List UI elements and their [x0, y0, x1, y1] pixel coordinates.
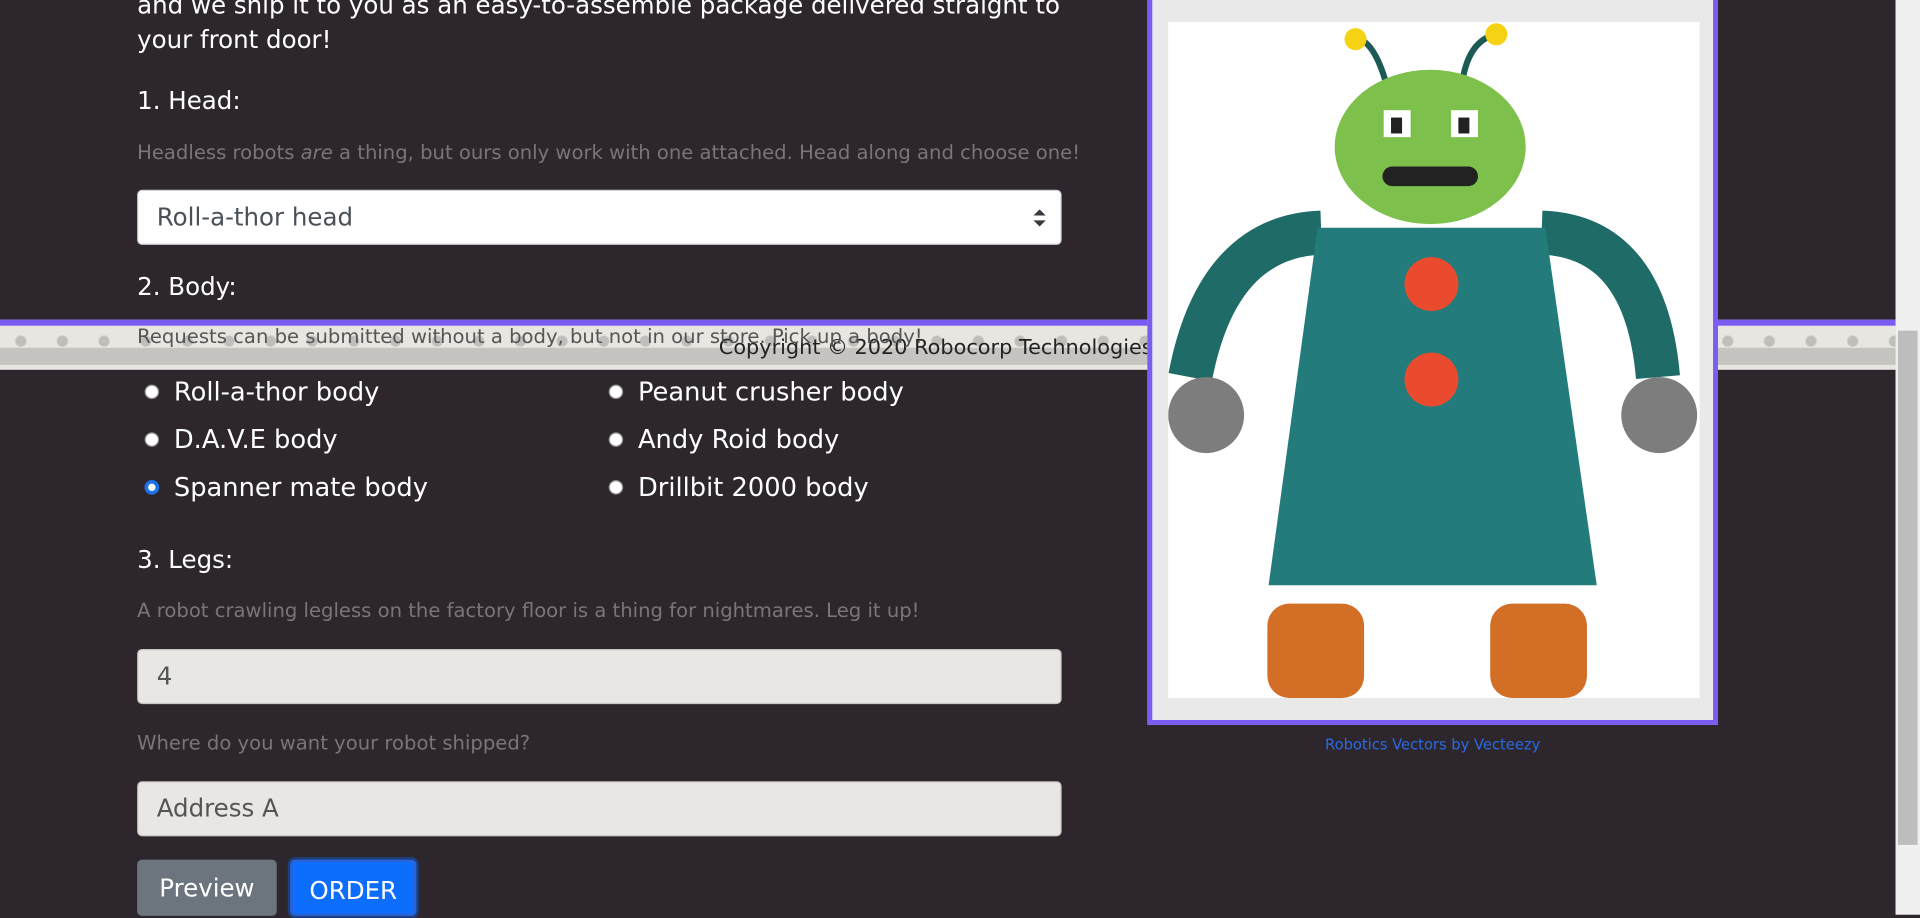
radio-label: Spanner mate body	[173, 472, 428, 503]
page: and we ship it to you as an easy-to-asse…	[0, 0, 1920, 916]
vecteezy-credit-link[interactable]: Robotics Vectors by Vecteezy	[1147, 736, 1718, 753]
radio-button[interactable]	[144, 384, 160, 400]
radio-roll-a-thor-body[interactable]: Roll-a-thor body	[144, 377, 380, 407]
body-section-title: 2. Body:	[137, 271, 237, 302]
head-help-part: Headless robots	[137, 140, 301, 165]
body-help-text: Requests can be submitted without a body…	[137, 324, 923, 348]
robot-preview-canvas	[1168, 22, 1700, 698]
radio-label: Drillbit 2000 body	[637, 472, 869, 503]
radio-spanner-mate-body[interactable]: Spanner mate body	[144, 472, 428, 503]
legs-help-text: A robot crawling legless on the factory …	[137, 598, 920, 623]
legs-section-title: 3. Legs:	[137, 544, 234, 575]
address-input-value: Address A	[156, 793, 279, 823]
legs-input-value: 4	[156, 661, 173, 691]
radio-label: Roll-a-thor body	[173, 377, 380, 407]
order-button[interactable]: ORDER	[290, 859, 417, 916]
preview-button[interactable]: Preview	[137, 859, 277, 916]
scrollbar-thumb[interactable]	[1897, 330, 1918, 845]
head-help-part: a thing, but ours only work with one att…	[332, 140, 1081, 165]
radio-button[interactable]	[608, 480, 624, 495]
vertical-scrollbar[interactable]	[1895, 0, 1920, 915]
radio-peanut-crusher-body[interactable]: Peanut crusher body	[608, 377, 904, 407]
radio-button-selected[interactable]	[144, 480, 160, 495]
address-input[interactable]: Address A	[137, 781, 1062, 837]
radio-button[interactable]	[608, 384, 624, 400]
radio-button[interactable]	[608, 432, 624, 447]
head-section-title: 1. Head:	[137, 85, 241, 116]
radio-label: D.A.V.E body	[173, 424, 338, 455]
radio-label: Peanut crusher body	[637, 377, 904, 407]
intro-text: and we ship it to you as an easy-to-asse…	[137, 0, 1060, 54]
head-select-value: Roll-a-thor head	[156, 202, 354, 232]
select-arrows-icon	[1033, 209, 1046, 227]
head-help-text: Headless robots are a thing, but ours on…	[137, 141, 1080, 164]
robot-preview	[1147, 0, 1718, 725]
radio-dave-body[interactable]: D.A.V.E body	[144, 424, 338, 455]
head-select[interactable]: Roll-a-thor head	[137, 189, 1062, 245]
radio-andy-roid-body[interactable]: Andy Roid body	[608, 424, 840, 455]
legs-input[interactable]: 4	[137, 648, 1062, 705]
radio-label: Andy Roid body	[637, 424, 840, 455]
head-help-emphasis: are	[300, 140, 333, 165]
radio-drillbit-2000-body[interactable]: Drillbit 2000 body	[608, 472, 869, 503]
radio-button[interactable]	[144, 432, 160, 447]
address-help-text: Where do you want your robot shipped?	[137, 731, 531, 755]
robot-illustration-icon	[1168, 23, 1698, 698]
